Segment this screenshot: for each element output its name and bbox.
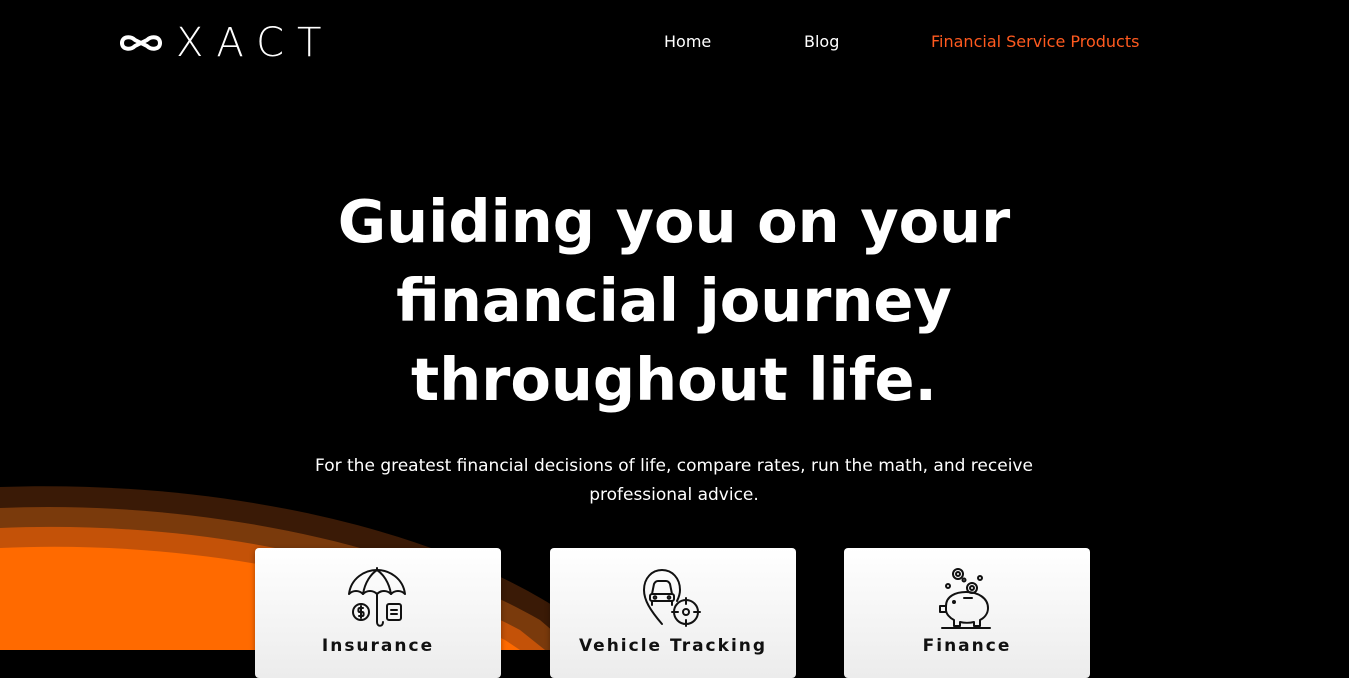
- piggy-bank-icon: [939, 568, 991, 629]
- site-header: XACT Home Blog Financial Service Product…: [0, 0, 1349, 86]
- card-vehicle-tracking[interactable]: Vehicle Tracking: [550, 548, 796, 678]
- logo-link[interactable]: XACT: [118, 22, 334, 64]
- nav-financial-service-products[interactable]: Financial Service Products: [931, 32, 1139, 51]
- card-finance[interactable]: Finance: [844, 548, 1090, 678]
- card-insurance[interactable]: Insurance: [255, 548, 501, 678]
- hero-title: Guiding you on your financial journey th…: [337, 187, 1011, 414]
- card-label-finance: Finance: [922, 636, 1012, 656]
- card-label-vehicle-tracking: Vehicle Tracking: [578, 636, 768, 656]
- hero-subtitle: For the greatest financial decisions of …: [315, 456, 1033, 505]
- logo-text: XACT: [176, 20, 335, 66]
- card-label-insurance: Insurance: [321, 636, 435, 656]
- nav-blog[interactable]: Blog: [804, 32, 839, 51]
- logo-mark-icon: [120, 35, 162, 51]
- nav-home[interactable]: Home: [664, 32, 711, 51]
- car-location-icon: [643, 569, 701, 627]
- umbrella-money-icon: [348, 567, 406, 627]
